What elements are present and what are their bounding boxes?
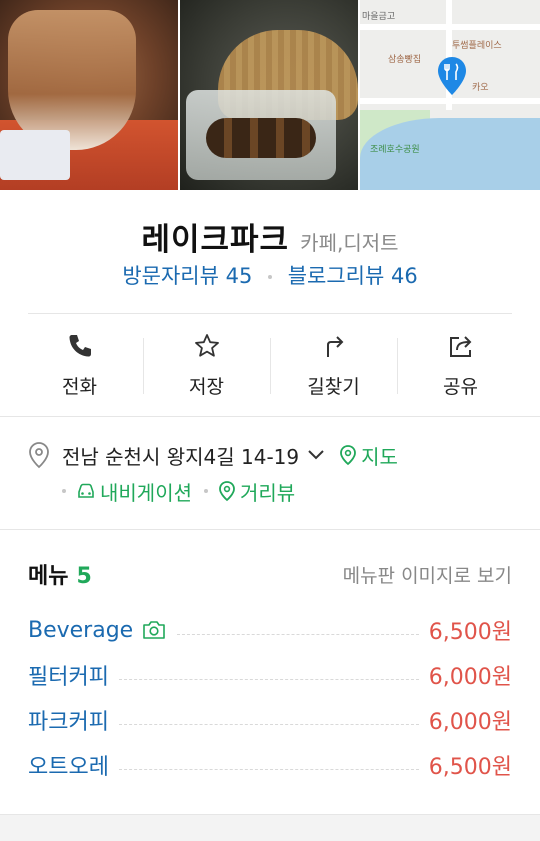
separator-dot — [204, 489, 208, 493]
address-links-row: 내비게이션 거리뷰 — [62, 476, 307, 506]
visitor-review-link[interactable]: 방문자리뷰 45 — [122, 264, 252, 288]
share-button[interactable]: 공유 — [397, 330, 524, 400]
action-bar: 전화 저장 길찾기 공유 — [16, 330, 524, 400]
share-icon — [449, 336, 471, 357]
navigation-label: 내비게이션 — [100, 480, 192, 505]
menu-count: 5 — [76, 564, 92, 589]
street-view-pin-icon — [219, 481, 235, 502]
save-label: 저장 — [189, 376, 224, 398]
dotted-leader — [118, 768, 419, 770]
map-pin-icon — [438, 57, 466, 95]
menu-header: 메뉴 5 — [28, 558, 92, 590]
photo-card-shape — [0, 130, 70, 180]
menu-title: 메뉴 — [28, 564, 69, 589]
address-row: 전남 순천시 왕지4길 14-19 지도 — [28, 440, 398, 470]
call-button[interactable]: 전화 — [16, 330, 143, 400]
title-row: 레이크파크 카페,디저트 — [0, 214, 540, 259]
section-gap — [0, 815, 540, 841]
menu-item-name: 필터커피 — [28, 665, 109, 690]
star-icon — [194, 334, 219, 357]
map-link[interactable]: 지도 — [339, 441, 398, 470]
divider — [0, 529, 540, 530]
street-view-label: 거리뷰 — [240, 480, 296, 505]
place-name: 레이크파크 — [141, 222, 290, 258]
menu-item[interactable]: 오트오레 6,500원 — [28, 748, 512, 782]
place-category: 카페,디저트 — [300, 231, 399, 255]
map-label: 마을금고 — [362, 12, 396, 22]
map-label: 투썸플레이스 — [452, 41, 502, 51]
share-label: 공유 — [443, 376, 478, 398]
menu-item-name: Beverage — [28, 617, 134, 643]
separator-dot — [62, 489, 66, 493]
review-links: 방문자리뷰 45 블로그리뷰 46 — [0, 260, 540, 290]
menu-board-link[interactable]: 메뉴판 이미지로 보기 — [343, 561, 512, 588]
map-label: 삼송빵집 — [388, 55, 422, 65]
photo-dessert-glass-shape — [8, 10, 136, 150]
directions-label: 길찾기 — [307, 376, 360, 398]
camera-icon — [143, 621, 166, 639]
navigation-link[interactable]: 내비게이션 — [76, 477, 192, 506]
car-icon — [78, 483, 94, 498]
map-link-label: 지도 — [361, 444, 398, 469]
street-view-link[interactable]: 거리뷰 — [218, 477, 295, 506]
menu-item-name: 오트오레 — [28, 755, 109, 780]
menu-item[interactable]: 파크커피 6,000원 — [28, 703, 512, 737]
menu-item-price: 6,000원 — [428, 710, 512, 735]
photo-tiramisu[interactable] — [0, 0, 178, 190]
dotted-leader — [177, 633, 419, 635]
menu-item[interactable]: Beverage 6,500원 — [28, 613, 512, 647]
chevron-down-icon[interactable] — [307, 449, 325, 461]
photo-cookies-shape — [206, 118, 316, 158]
directions-button[interactable]: 길찾기 — [270, 330, 397, 400]
map-label: 조례호수공원 — [370, 145, 420, 155]
separator-dot — [268, 275, 272, 279]
location-pin-icon — [29, 442, 49, 469]
map-label: 카오 — [472, 83, 489, 93]
directions-icon — [326, 336, 343, 357]
dotted-leader — [118, 678, 419, 680]
menu-item-price: 6,000원 — [428, 665, 512, 690]
menu-item[interactable]: 필터커피 6,000원 — [28, 658, 512, 692]
map-thumbnail[interactable]: 마을금고 삼송빵집 투썸플레이스 카오 조례호수공원 — [360, 0, 540, 190]
address-text: 전남 순천시 왕지4길 14-19 — [62, 444, 300, 469]
photo-strip[interactable]: 마을금고 삼송빵집 투썸플레이스 카오 조례호수공원 — [0, 0, 540, 190]
dotted-leader — [118, 723, 419, 725]
map-marker-icon — [340, 445, 357, 466]
call-label: 전화 — [62, 376, 97, 398]
menu-item-price: 6,500원 — [428, 620, 512, 645]
divider — [28, 313, 512, 314]
divider — [0, 416, 540, 417]
blog-review-link[interactable]: 블로그리뷰 46 — [288, 264, 418, 288]
menu-item-name: 파크커피 — [28, 710, 109, 735]
photo-cookies[interactable] — [180, 0, 358, 190]
phone-icon — [69, 335, 91, 357]
menu-item-price: 6,500원 — [428, 755, 512, 780]
save-button[interactable]: 저장 — [143, 330, 270, 400]
